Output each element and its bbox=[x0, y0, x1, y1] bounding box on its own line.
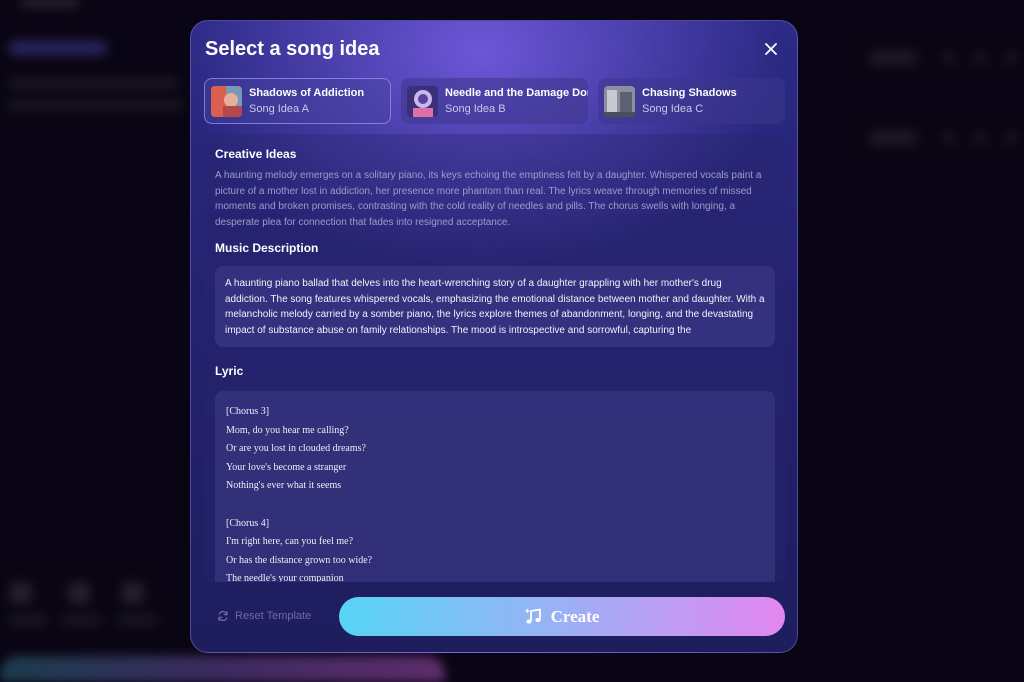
song-idea-tabs: Shadows of Addiction Song Idea A Needle … bbox=[204, 78, 786, 124]
song-idea-modal: Select a song idea Shadows of Addiction … bbox=[190, 20, 798, 653]
tab-subtitle: Song Idea A bbox=[249, 103, 309, 115]
close-button[interactable] bbox=[761, 39, 781, 59]
close-icon bbox=[765, 43, 777, 55]
song-thumbnail bbox=[604, 85, 635, 117]
create-label: Create bbox=[550, 606, 600, 626]
lyric-line bbox=[226, 496, 764, 515]
creative-ideas-heading: Creative Ideas bbox=[215, 147, 297, 161]
lyric-line: Nothing's ever what it seems bbox=[226, 480, 342, 492]
modal-title: Select a song idea bbox=[205, 38, 380, 60]
lyric-line: Or has the distance grown too wide? bbox=[226, 554, 373, 566]
tab-subtitle: Song Idea C bbox=[642, 103, 704, 115]
song-idea-details[interactable]: Creative Ideas A haunting melody emerges… bbox=[204, 134, 786, 582]
lyric-line: I'm right here, can you feel me? bbox=[226, 536, 354, 548]
tab-title: Needle and the Damage Done bbox=[445, 87, 588, 99]
song-thumbnail bbox=[407, 85, 438, 117]
reset-template-button[interactable]: Reset Template bbox=[217, 608, 311, 624]
tab-song-idea-c[interactable]: Chasing Shadows Song Idea C bbox=[598, 78, 785, 124]
tab-title: Shadows of Addiction bbox=[249, 87, 365, 99]
lyric-line: Or are you lost in clouded dreams? bbox=[226, 443, 366, 455]
song-thumbnail bbox=[211, 85, 242, 117]
create-button[interactable]: Create bbox=[339, 597, 785, 636]
lyric-line: The needle's your companion bbox=[226, 573, 344, 582]
refresh-icon bbox=[218, 610, 228, 622]
lyric-line: [Chorus 4] bbox=[226, 517, 270, 529]
music-description-text: A haunting piano ballad that delves into… bbox=[225, 278, 765, 336]
tab-subtitle: Song Idea B bbox=[445, 103, 506, 115]
reset-template-label: Reset Template bbox=[235, 610, 312, 622]
music-description-box[interactable]: A haunting piano ballad that delves into… bbox=[215, 266, 775, 347]
creative-ideas-text: A haunting melody emerges on a solitary … bbox=[215, 170, 762, 228]
lyric-line: Mom, do you hear me calling? bbox=[226, 424, 349, 436]
lyric-line: Your love's become a stranger bbox=[226, 461, 347, 473]
lyric-heading: Lyric bbox=[215, 364, 244, 378]
tab-song-idea-b[interactable]: Needle and the Damage Done Song Idea B bbox=[401, 78, 588, 124]
tab-song-idea-a[interactable]: Shadows of Addiction Song Idea A bbox=[204, 78, 391, 124]
lyric-line: [Chorus 3] bbox=[226, 406, 270, 417]
music-note-icon bbox=[524, 608, 541, 624]
lyric-box[interactable]: [Chorus 3] Mom, do you hear me calling? … bbox=[215, 391, 775, 582]
music-description-heading: Music Description bbox=[215, 241, 319, 255]
tab-title: Chasing Shadows bbox=[642, 87, 737, 99]
